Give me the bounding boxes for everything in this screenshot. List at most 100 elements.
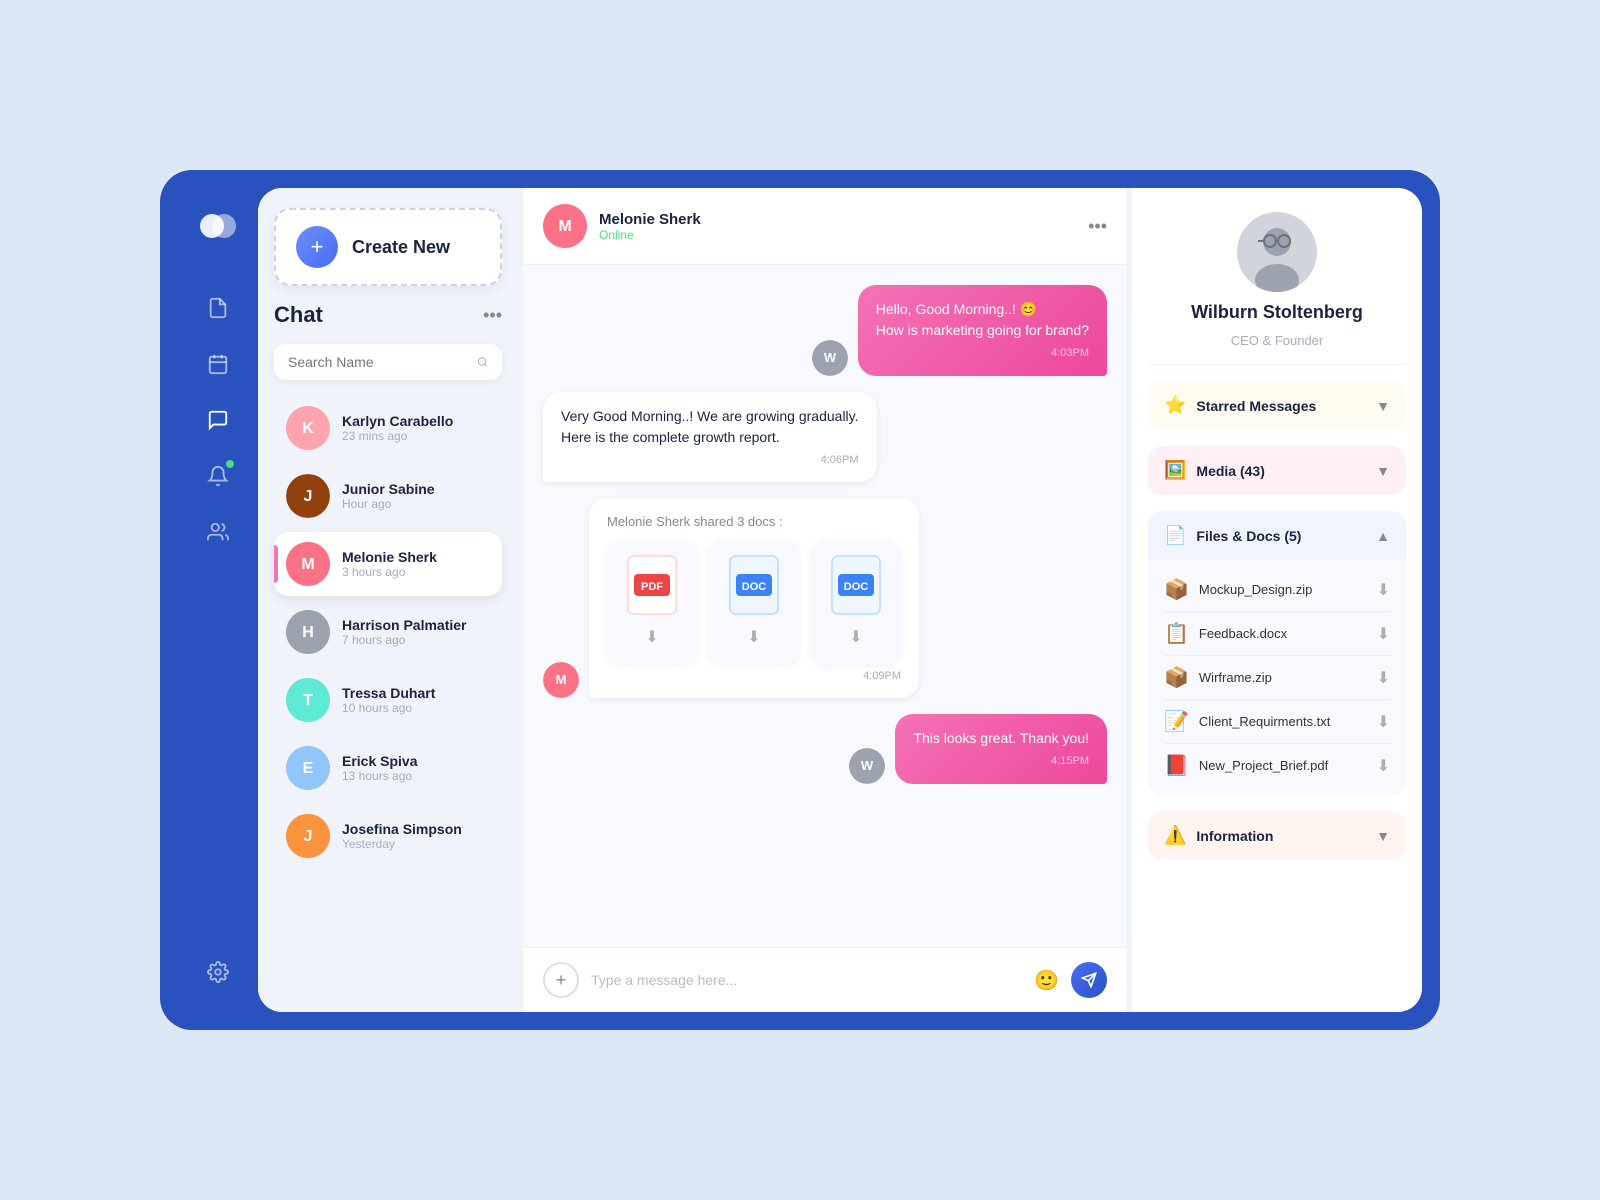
sender-avatar-4: W	[849, 748, 885, 784]
accordion-starred: ⭐ Starred Messages ▼	[1148, 381, 1406, 430]
chat-options-button[interactable]: •••	[1088, 216, 1107, 237]
sidebar-item-users[interactable]	[194, 508, 242, 556]
accordion-header-media[interactable]: 🖼️ Media (43) ▼	[1148, 446, 1406, 495]
file-name-feedback: Feedback.docx	[1199, 626, 1367, 641]
sender-avatar-3: M	[543, 662, 579, 698]
create-new-button[interactable]: + Create New	[274, 208, 502, 286]
sidebar-bottom	[194, 948, 242, 996]
message-bubble-4: This looks great. Thank you! 4:15PM	[895, 714, 1107, 784]
chat-name-melonie: Melonie Sherk	[342, 549, 490, 565]
shared-docs-label: Melonie Sherk shared 3 docs :	[607, 512, 901, 532]
sidebar-item-documents[interactable]	[194, 284, 242, 332]
app-logo	[194, 204, 242, 252]
svg-text:W: W	[824, 350, 837, 365]
doc-card-doc2[interactable]: DOC ⬇	[811, 540, 901, 664]
chat-top-bar: M Melonie Sherk Online •••	[523, 188, 1127, 265]
left-panel: + Create New Chat ••• K Karlyn Carabel	[258, 188, 518, 1012]
file-row-brief[interactable]: 📕 New_Project_Brief.pdf ⬇	[1164, 744, 1390, 787]
file-name-wirframe: Wirframe.zip	[1199, 670, 1367, 685]
doc-download-doc2[interactable]: ⬇	[849, 626, 862, 650]
message-text-1: Hello, Good Morning..! 😊How is marketing…	[876, 301, 1089, 338]
search-input[interactable]	[288, 354, 469, 370]
chat-info-karlyn: Karlyn Carabello 23 mins ago	[342, 413, 490, 443]
svg-text:W: W	[861, 758, 874, 773]
avatar-erick: E	[286, 746, 330, 790]
sidebar-item-calendar[interactable]	[194, 340, 242, 388]
chat-menu-button[interactable]: •••	[483, 305, 502, 326]
chat-info-junior: Junior Sabine Hour ago	[342, 481, 490, 511]
profile-section: Wilburn Stoltenberg CEO & Founder	[1148, 212, 1406, 365]
doc-download-pdf[interactable]: ⬇	[645, 626, 658, 650]
chat-list-item-harrison[interactable]: H Harrison Palmatier 7 hours ago	[274, 600, 502, 664]
doc-icon-doc1: DOC	[728, 554, 780, 616]
avatar-junior: J	[286, 474, 330, 518]
file-name-client: Client_Requirments.txt	[1199, 714, 1367, 729]
message-text-4: This looks great. Thank you!	[913, 730, 1089, 746]
file-icon-feedback: 📋	[1164, 621, 1189, 646]
file-download-client[interactable]: ⬇	[1377, 712, 1390, 732]
attach-button[interactable]: +	[543, 962, 579, 998]
chat-title: Chat	[274, 302, 323, 328]
chat-list-item-karlyn[interactable]: K Karlyn Carabello 23 mins ago	[274, 396, 502, 460]
message-time-1: 4:03PM	[876, 345, 1089, 362]
chat-name-harrison: Harrison Palmatier	[342, 617, 490, 633]
message-1: Hello, Good Morning..! 😊How is marketing…	[543, 285, 1107, 376]
send-button[interactable]	[1071, 962, 1107, 998]
chat-time-harrison: 7 hours ago	[342, 633, 490, 647]
chat-contact-status: Online	[599, 228, 1076, 242]
files-chevron-icon: ▲	[1376, 528, 1390, 544]
message-time-3: 4:09PM	[607, 668, 901, 685]
right-panel: Wilburn Stoltenberg CEO & Founder ⭐ Star…	[1132, 188, 1422, 1012]
svg-text:PDF: PDF	[641, 581, 663, 593]
accordion-header-files[interactable]: 📄 Files & Docs (5) ▲	[1148, 511, 1406, 560]
message-time-2: 4:06PM	[561, 452, 859, 469]
media-chevron-icon: ▼	[1376, 463, 1390, 479]
sidebar-item-chat[interactable]	[194, 396, 242, 444]
file-download-feedback[interactable]: ⬇	[1377, 624, 1390, 644]
info-chevron-icon: ▼	[1376, 828, 1390, 844]
chat-info-harrison: Harrison Palmatier 7 hours ago	[342, 617, 490, 647]
create-new-label: Create New	[352, 237, 450, 258]
file-download-mockup[interactable]: ⬇	[1377, 580, 1390, 600]
chat-list-item-erick[interactable]: E Erick Spiva 13 hours ago	[274, 736, 502, 800]
chat-info-josefina: Josefina Simpson Yesterday	[342, 821, 490, 851]
file-row-mockup[interactable]: 📦 Mockup_Design.zip ⬇	[1164, 568, 1390, 612]
chat-list-item-tressa[interactable]: T Tressa Duhart 10 hours ago	[274, 668, 502, 732]
profile-avatar	[1237, 212, 1317, 292]
chat-time-melonie: 3 hours ago	[342, 565, 490, 579]
chat-list: K Karlyn Carabello 23 mins ago J Junior …	[274, 396, 502, 868]
chat-time-junior: Hour ago	[342, 497, 490, 511]
accordion-header-starred[interactable]: ⭐ Starred Messages ▼	[1148, 381, 1406, 430]
file-row-client[interactable]: 📝 Client_Requirments.txt ⬇	[1164, 700, 1390, 744]
chat-list-item-melonie[interactable]: M Melonie Sherk 3 hours ago	[274, 532, 502, 596]
emoji-button[interactable]: 🙂	[1034, 968, 1059, 993]
doc-card-doc1[interactable]: DOC ⬇	[709, 540, 799, 664]
sender-avatar-1: W	[812, 340, 848, 376]
search-icon	[477, 354, 488, 370]
message-time-4: 4:15PM	[913, 753, 1089, 770]
svg-text:H: H	[302, 624, 314, 641]
message-input[interactable]	[591, 972, 1022, 988]
doc-download-doc1[interactable]: ⬇	[747, 626, 760, 650]
sidebar-item-settings[interactable]	[194, 948, 242, 996]
message-input-bar: + 🙂	[523, 947, 1127, 1012]
sidebar-item-notifications[interactable]	[194, 452, 242, 500]
accordion-media: 🖼️ Media (43) ▼	[1148, 446, 1406, 495]
message-bubble-2: Very Good Morning..! We are growing grad…	[543, 392, 877, 483]
message-4: This looks great. Thank you! 4:15PM W	[543, 714, 1107, 784]
chat-time-josefina: Yesterday	[342, 837, 490, 851]
avatar-josefina: J	[286, 814, 330, 858]
chat-top-info: Melonie Sherk Online	[599, 211, 1076, 242]
chat-name-junior: Junior Sabine	[342, 481, 490, 497]
doc-card-pdf[interactable]: PDF ⬇	[607, 540, 697, 664]
starred-label: Starred Messages	[1196, 398, 1366, 414]
file-download-brief[interactable]: ⬇	[1377, 756, 1390, 776]
file-download-wirframe[interactable]: ⬇	[1377, 668, 1390, 688]
chat-list-item-junior[interactable]: J Junior Sabine Hour ago	[274, 464, 502, 528]
info-label: Information	[1196, 828, 1366, 844]
accordion-header-info[interactable]: ⚠️ Information ▼	[1148, 811, 1406, 860]
chat-list-item-josefina[interactable]: J Josefina Simpson Yesterday	[274, 804, 502, 868]
file-row-wirframe[interactable]: 📦 Wirframe.zip ⬇	[1164, 656, 1390, 700]
svg-text:M: M	[301, 556, 314, 573]
file-row-feedback[interactable]: 📋 Feedback.docx ⬇	[1164, 612, 1390, 656]
